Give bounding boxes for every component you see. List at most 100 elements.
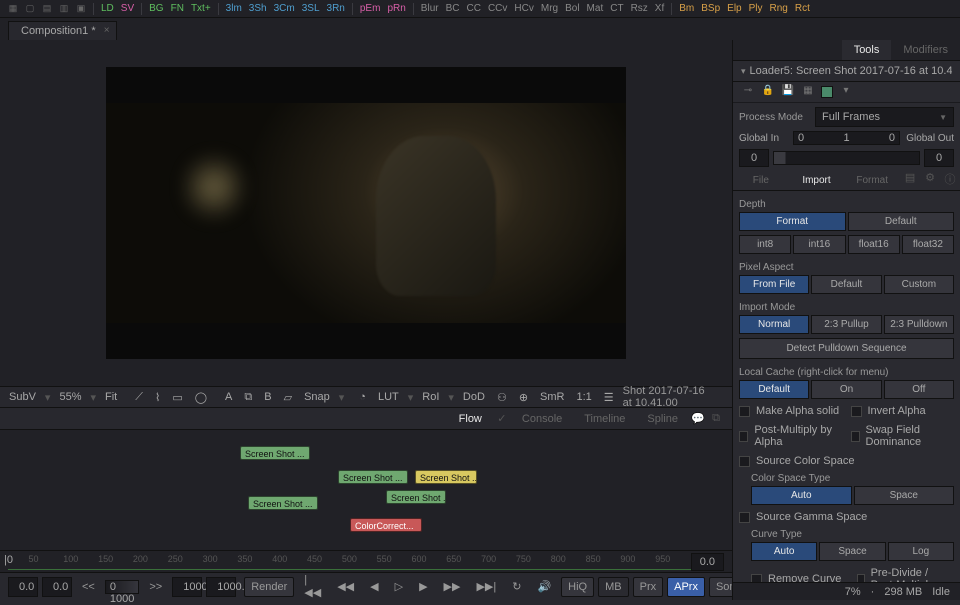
loader-node[interactable]: Screen Shot ...	[240, 446, 310, 460]
tile-color[interactable]	[821, 86, 833, 98]
settings-icon[interactable]: ☰	[601, 391, 617, 404]
global-track[interactable]	[773, 151, 920, 165]
check-pre-divide[interactable]: Pre-Divide / Post-Multiply	[857, 565, 955, 582]
fit-button[interactable]: Fit	[102, 391, 120, 403]
play-icon[interactable]: ▶	[413, 577, 433, 596]
global-out-value[interactable]: 0	[924, 149, 954, 167]
tool-CC[interactable]: CC	[465, 3, 483, 14]
shelf-icon[interactable]: ▢	[23, 2, 37, 16]
tool-Bol[interactable]: Bol	[563, 3, 581, 14]
colorspace-space[interactable]: Space	[854, 486, 955, 505]
rect-icon[interactable]: ▭	[169, 391, 185, 404]
rewind-button[interactable]: <<	[76, 578, 101, 596]
snap-toggle[interactable]: Snap	[301, 391, 333, 403]
info-icon[interactable]: ⓘ	[940, 171, 960, 190]
bspline-icon[interactable]: ⌇	[152, 391, 163, 404]
step-back-icon[interactable]: ◀◀	[331, 577, 360, 596]
stop-icon[interactable]: ▷	[389, 577, 409, 596]
range-end[interactable]: 1000.0	[206, 577, 236, 597]
a-channel-button[interactable]: A	[222, 391, 235, 403]
depth-default[interactable]: Default	[848, 212, 955, 231]
curve-log[interactable]: Log	[888, 542, 954, 561]
collapse-icon[interactable]: ▾	[741, 66, 746, 77]
timeline-end[interactable]: 0.0	[691, 553, 724, 571]
tool-HCv[interactable]: HCv	[512, 3, 535, 14]
loader-node[interactable]: Screen Shot ...	[386, 490, 446, 504]
b-channel-button[interactable]: B	[261, 391, 274, 403]
tool-CCv[interactable]: CCv	[486, 3, 509, 14]
cache-on[interactable]: On	[811, 380, 881, 399]
tool-3SL[interactable]: 3SL	[300, 3, 322, 14]
tool-BG[interactable]: BG	[147, 3, 165, 14]
reload-icon[interactable]: ▦	[801, 85, 815, 99]
check-remove-curve[interactable]: Remove Curve	[751, 565, 849, 582]
depth-format[interactable]: Format	[739, 212, 846, 231]
process-mode-select[interactable]: Full Frames▼	[815, 107, 954, 127]
depth-int16[interactable]: int16	[793, 235, 845, 254]
curve-auto[interactable]: Auto	[751, 542, 817, 561]
aprx-toggle[interactable]: APrx	[667, 577, 705, 597]
cache-default[interactable]: Default	[739, 380, 809, 399]
tool-pRn[interactable]: pRn	[385, 3, 407, 14]
script-icon[interactable]: ▤	[900, 171, 920, 190]
prx-toggle[interactable]: Prx	[633, 577, 664, 597]
tool-SV[interactable]: SV	[119, 3, 136, 14]
tool-Bm[interactable]: Bm	[677, 3, 696, 14]
detect-pulldown-button[interactable]: Detect Pulldown Sequence	[739, 338, 954, 359]
subview-menu[interactable]: SubV	[6, 391, 39, 403]
aspect-default[interactable]: Default	[811, 275, 881, 294]
gear-icon[interactable]: ⚙	[920, 171, 940, 190]
lock-icon[interactable]: ⚇	[494, 391, 510, 404]
render-button[interactable]: Render	[244, 577, 294, 597]
tab-modifiers[interactable]: Modifiers	[891, 40, 960, 60]
global-in-value[interactable]: 0	[739, 149, 769, 167]
stereo-icon[interactable]: ▱	[281, 391, 295, 404]
inspector-header[interactable]: ▾ Loader5: Screen Shot 2017-07-16 at 10.…	[733, 61, 960, 82]
loader-node[interactable]: Screen Shot ...	[338, 470, 408, 484]
ab-button[interactable]: ⧉	[241, 391, 255, 404]
colorcorrect-node[interactable]: ColorCorrect...	[350, 518, 422, 532]
viewer-panel[interactable]	[0, 40, 732, 386]
current-frame[interactable]: 0.0	[42, 577, 72, 597]
check-invert-alpha[interactable]: Invert Alpha	[851, 403, 955, 419]
time-slider[interactable]: 0 1000	[105, 580, 139, 594]
tool-pEm[interactable]: pEm	[358, 3, 383, 14]
tool-Ply[interactable]: Ply	[747, 3, 765, 14]
shelf-icon[interactable]: ▦	[6, 2, 20, 16]
zoom-level[interactable]: 55%	[56, 391, 84, 403]
import-normal[interactable]: Normal	[739, 315, 809, 334]
roi-toggle[interactable]: RoI	[419, 391, 442, 403]
polyline-icon[interactable]: ⟋	[132, 391, 146, 404]
link-icon[interactable]: ⧉	[708, 412, 724, 425]
hiq-toggle[interactable]: HiQ	[561, 577, 594, 597]
check-source-color-space[interactable]: Source Color Space	[739, 453, 954, 469]
range-start[interactable]: 0.0	[8, 577, 38, 597]
tab-timeline[interactable]: Timeline	[574, 410, 635, 428]
mask-icon[interactable]: ◔	[356, 391, 369, 403]
comment-icon[interactable]: 💬	[690, 412, 706, 425]
subtab-file[interactable]: File	[733, 171, 789, 190]
go-end-icon[interactable]: ▶▶|	[470, 577, 502, 596]
tool-Txt[interactable]: Txt+	[189, 3, 213, 14]
time-ruler[interactable]: |0 5010015020025030035040045050055060065…	[0, 550, 732, 572]
flow-node-graph[interactable]: Screen Shot ... Screen Shot ... Screen S…	[0, 430, 732, 550]
range-field[interactable]: 1000.0	[172, 577, 202, 597]
play-back-icon[interactable]: ◀	[364, 577, 384, 596]
shelf-icon[interactable]: ▣	[74, 2, 88, 16]
check-source-gamma-space[interactable]: Source Gamma Space	[739, 509, 954, 525]
shelf-icon[interactable]: ▤	[40, 2, 54, 16]
tab-spline[interactable]: Spline	[637, 410, 688, 428]
tool-3Rn[interactable]: 3Rn	[325, 3, 347, 14]
document-tab[interactable]: Composition1 * ×	[8, 21, 117, 40]
global-slider[interactable]: 010	[793, 131, 900, 145]
ratio-button[interactable]: 1:1	[573, 391, 594, 403]
loader-node-selected[interactable]: Screen Shot ...	[415, 470, 477, 484]
forward-button[interactable]: >>	[143, 578, 168, 596]
save-icon[interactable]: 💾	[781, 85, 795, 99]
tool-3lm[interactable]: 3lm	[224, 3, 244, 14]
tool-BSp[interactable]: BSp	[699, 3, 722, 14]
subtab-format[interactable]: Format	[844, 171, 900, 190]
dropdown-icon[interactable]: ▾	[839, 85, 853, 99]
target-icon[interactable]: ⊕	[516, 391, 531, 404]
close-icon[interactable]: ×	[104, 25, 110, 36]
